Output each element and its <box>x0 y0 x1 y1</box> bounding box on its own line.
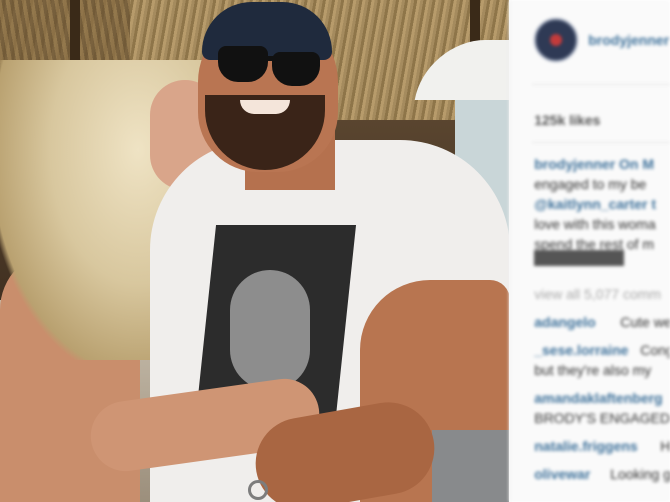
comment-user[interactable]: olivewar <box>534 466 590 482</box>
caption-line[interactable]: brodyjenner On M <box>534 156 654 172</box>
caption-hashtags <box>534 250 625 266</box>
post-photo[interactable] <box>0 0 510 502</box>
caption-line: love with this woma <box>534 216 656 232</box>
instagram-post: brodyjenner 125k likes brodyjenner On M … <box>0 0 670 502</box>
man-shorts <box>432 430 510 502</box>
comment-text: BRODY'S ENGAGED <box>534 410 670 426</box>
sunglasses-right-lens <box>272 52 320 86</box>
comment-text: Congrats <box>640 342 670 358</box>
divider <box>532 84 670 85</box>
comment-text: Cute we <box>620 314 670 330</box>
divider <box>532 142 670 143</box>
post-sidebar: brodyjenner 125k likes brodyjenner On M … <box>509 0 670 502</box>
engagement-ring <box>248 480 268 500</box>
likes-count[interactable]: 125k likes <box>534 112 600 128</box>
comment-text: HE <box>660 438 670 454</box>
comment-text: but they're also my <box>534 362 652 378</box>
caption-line[interactable]: @kaitlynn_carter t <box>534 196 656 212</box>
comment-user[interactable]: _sese.lorraine <box>534 342 628 358</box>
sunglasses-left-lens <box>218 46 268 82</box>
tshirt-print-figure <box>230 270 310 390</box>
comment-user[interactable]: adangelo <box>534 314 595 330</box>
comment-user[interactable]: natalie.friggens <box>534 438 637 454</box>
comment-text: Looking g <box>610 466 670 482</box>
caption-line: engaged to my be <box>534 176 647 192</box>
comment-user[interactable]: amandaklaftenberg <box>534 390 662 406</box>
view-all-comments-link[interactable]: view all 5,077 comm <box>534 286 661 302</box>
username-link[interactable]: brodyjenner <box>588 32 669 48</box>
man-smile <box>240 100 290 114</box>
sunglasses-bridge <box>262 56 276 61</box>
